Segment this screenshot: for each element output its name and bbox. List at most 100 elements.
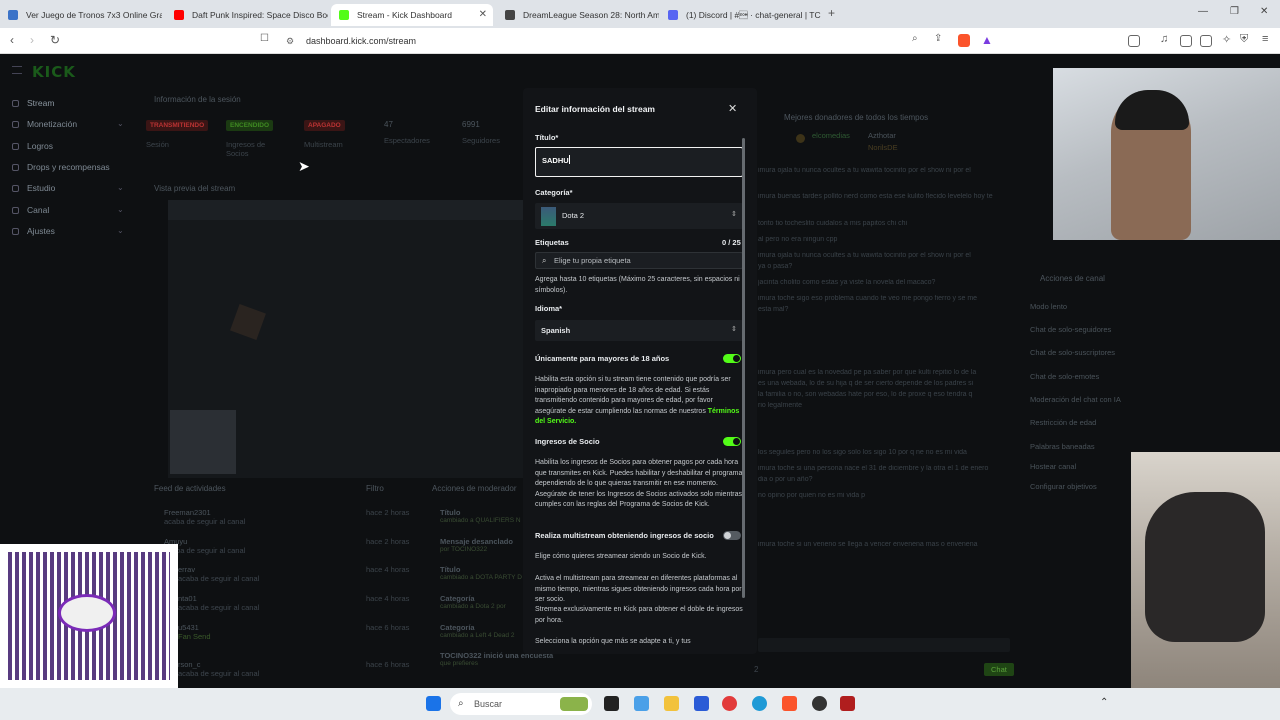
tags-counter: 0 / 25 — [722, 238, 741, 247]
stream-preview[interactable] — [168, 200, 523, 478]
forward-icon[interactable]: › — [30, 33, 34, 47]
back-icon[interactable]: ‹ — [10, 33, 14, 47]
stream-title-input[interactable]: SADHU — [535, 147, 743, 177]
donor-name: elcomedias — [812, 131, 850, 140]
channel-action-item[interactable]: Hostear canal — [1030, 462, 1076, 471]
mod-action-sub: cambiado a Left 4 Dead 2 — [440, 632, 515, 639]
new-tab-icon[interactable]: + — [828, 6, 835, 20]
language-select[interactable]: Spanish ⇕ — [535, 320, 743, 341]
webcam-overlay — [1053, 68, 1280, 240]
mature-toggle[interactable] — [723, 354, 741, 363]
chat-message: esta mal? — [758, 306, 789, 313]
dota-2-icon[interactable] — [840, 696, 855, 711]
site-info-icon[interactable]: ⚙ — [286, 32, 294, 50]
windows-start-icon[interactable] — [426, 696, 441, 711]
url-field[interactable]: ⚙ dashboard.kick.com/stream — [278, 32, 998, 50]
channel-action-item[interactable]: Chat de solo-seguidores — [1030, 325, 1111, 334]
browser-tab-4[interactable]: DreamLeague Season 28: North Ame — [497, 4, 659, 26]
store-icon[interactable] — [694, 696, 709, 711]
share-icon[interactable]: ⇪ — [934, 33, 942, 44]
hamburger-icon[interactable] — [12, 66, 22, 74]
chevron-down-icon: ⌄ — [117, 226, 124, 235]
chat-message: imura ojala tu nunca ocultes a tu wawita… — [758, 167, 971, 174]
chevron-down-icon: ⌄ — [117, 205, 124, 214]
tab-label: (1) Discord | # · chat-general | TC — [686, 10, 821, 20]
browser-tab-1[interactable]: Ver Juego de Tronos 7x3 Online Gra — [0, 4, 162, 26]
file-explorer-icon[interactable] — [664, 696, 679, 711]
channel-action-item[interactable]: Modo lento — [1030, 302, 1067, 311]
channel-action-item[interactable]: Configurar objetivos — [1030, 482, 1097, 491]
category-label: Categoría* — [535, 188, 573, 197]
browser-tab-2[interactable]: Daft Punk Inspired: Space Disco Boo — [166, 4, 328, 26]
leo-ai-icon[interactable]: ✧ — [1222, 33, 1231, 46]
multistream-toggle[interactable] — [723, 531, 741, 540]
tray-chevron-icon[interactable]: ⌃ — [1100, 697, 1108, 708]
chat-input[interactable] — [758, 638, 1010, 652]
task-view-icon[interactable] — [604, 696, 619, 711]
close-window-icon[interactable]: ✕ — [1260, 6, 1268, 17]
youtube-icon — [174, 10, 184, 20]
copilot-icon[interactable] — [634, 696, 649, 711]
opera-icon[interactable] — [722, 696, 737, 711]
sidebar-icon[interactable] — [1128, 35, 1140, 47]
reader-icon[interactable] — [1180, 35, 1192, 47]
mature-help-body: Habilita esta opción si tu stream tiene … — [535, 376, 731, 415]
tags-input[interactable]: ⌕ Elige tu propia etiqueta — [535, 252, 743, 269]
sidebar-item-estudio[interactable]: Estudio ⌄ — [12, 183, 124, 193]
partner-help-text: Habilita los ingresos de Socios para obt… — [535, 459, 743, 508]
sidebar-item-canal[interactable]: Canal ⌄ — [12, 205, 124, 215]
vpn-icon[interactable]: ⛨ — [1240, 33, 1248, 46]
sidebar-item-monetizacion[interactable]: Monetización ⌄ — [12, 119, 124, 129]
channel-action-item[interactable]: Chat de solo-suscriptores — [1030, 348, 1115, 357]
music-icon[interactable]: ♫ — [1160, 33, 1168, 45]
maximize-icon[interactable]: ❐ — [1230, 6, 1239, 17]
feed-time: hace 4 horas — [366, 565, 410, 574]
brave-shield-icon[interactable] — [958, 34, 970, 47]
partner-toggle[interactable] — [723, 437, 741, 446]
taskbar-search[interactable]: ⌕ Buscar — [450, 693, 592, 715]
channel-action-item[interactable]: Moderación del chat con IA — [1030, 395, 1121, 404]
chat-message: imura toche si una persona nace el 31 de… — [758, 465, 989, 472]
browser-tab-5[interactable]: (1) Discord | # · chat-general | TC — [660, 4, 822, 26]
edge-icon[interactable] — [752, 696, 767, 711]
multistream-help-text: Stremea exclusivamente en Kick para obte… — [535, 606, 743, 624]
modal-scrollbar[interactable] — [742, 138, 745, 598]
mod-action-sub: cambiado a QUALIFIERS N — [440, 517, 521, 524]
channel-action-item[interactable]: Chat de solo-emotes — [1030, 372, 1099, 381]
sidebar-item-ajustes[interactable]: Ajustes ⌄ — [12, 226, 124, 236]
channel-action-item[interactable]: Restricción de edad — [1030, 418, 1096, 427]
obs-icon[interactable] — [812, 696, 827, 711]
chat-message: no opino por quien no es mi vida p — [758, 492, 866, 499]
chat-viewer-count: 2 — [754, 665, 759, 674]
sidebar-item-label: Ajustes — [27, 226, 55, 236]
bookmark-icon[interactable]: ☐ — [260, 33, 269, 44]
wallet-icon[interactable] — [1200, 35, 1212, 47]
text-caret — [568, 155, 570, 164]
multistream-label: Realiza multistream obteniendo ingresos … — [535, 531, 714, 540]
mod-action-sub: por TOCINO322 — [440, 546, 488, 553]
sidebar-item-label: Drops y recompensas — [27, 162, 110, 172]
search-icon: ⌕ — [542, 256, 547, 265]
close-icon[interactable]: ✕ — [728, 102, 737, 115]
menu-icon[interactable]: ≡ — [1262, 33, 1268, 45]
sidebar-item-drops[interactable]: Drops y recompensas — [12, 162, 110, 172]
reload-icon[interactable]: ↻ — [50, 33, 60, 47]
zoom-icon[interactable]: ⌕ — [912, 33, 918, 44]
category-select[interactable]: Dota 2 ⇕ — [535, 203, 743, 229]
chat-message: es una webada, lo de su hija q de ser ci… — [758, 380, 974, 387]
sidebar-item-logros[interactable]: Logros — [12, 141, 53, 151]
feed-filter-button[interactable]: Filtro — [366, 484, 384, 493]
channel-action-item[interactable]: Palabras baneadas — [1030, 442, 1095, 451]
title-value: SADHU — [542, 156, 569, 165]
chat-message: los seguiles pero no los sigo solo los s… — [758, 449, 967, 456]
close-tab-icon[interactable]: ✕ — [479, 4, 487, 26]
browser-tab-active[interactable]: Stream - Kick Dashboard ✕ — [331, 4, 493, 26]
brave-rewards-icon[interactable]: ▲ — [981, 33, 993, 47]
sidebar-item-label: Monetización — [27, 119, 78, 129]
minimize-icon[interactable]: — — [1198, 6, 1208, 17]
kick-logo[interactable]: KICK — [32, 63, 76, 81]
sidebar-item-stream[interactable]: Stream — [12, 98, 54, 108]
brave-icon[interactable] — [782, 696, 797, 711]
crown-icon — [796, 134, 805, 143]
chat-send-button[interactable]: Chat — [984, 663, 1014, 676]
